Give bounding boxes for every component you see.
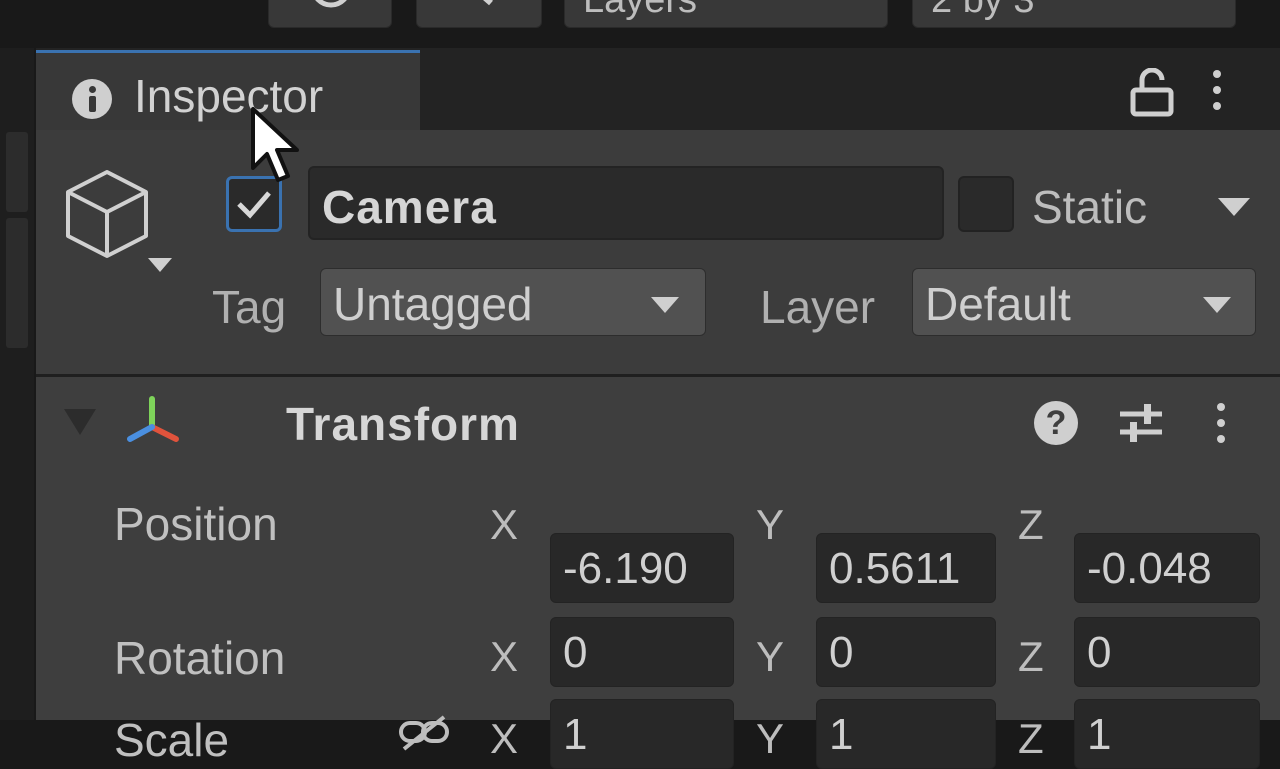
search-icon [483, 0, 493, 6]
foldout-arrow-icon[interactable] [64, 409, 96, 435]
tab-inspector[interactable]: Inspector [36, 50, 420, 130]
rotation-y-axis-label[interactable]: Y [756, 633, 784, 681]
cube-icon[interactable] [64, 168, 150, 260]
help-icon[interactable]: ? [1034, 401, 1078, 445]
rotation-z-value: 0 [1087, 628, 1112, 677]
history-button[interactable] [268, 0, 392, 28]
tab-menu-kebab-icon[interactable] [1212, 70, 1222, 118]
scale-x-field[interactable]: 1 [550, 699, 734, 769]
scale-z-field[interactable]: 1 [1074, 699, 1260, 769]
position-y-axis-label[interactable]: Y [756, 501, 784, 549]
static-checkbox[interactable] [958, 176, 1014, 232]
scale-y-field[interactable]: 1 [816, 699, 996, 769]
layout-label: 2 by 3 [931, 0, 1035, 21]
position-z-field[interactable]: -0.048 [1074, 533, 1260, 603]
left-panel-edge [0, 48, 34, 720]
layer-dropdown[interactable]: Default [912, 268, 1256, 336]
presets-icon[interactable] [1118, 401, 1164, 445]
link-icon[interactable] [398, 713, 450, 753]
scale-x-value: 1 [563, 710, 588, 759]
top-toolbar: Layers 2 by 3 [0, 0, 1280, 48]
inspector-window: Inspector Camera Static Tag Untagged Lay… [36, 48, 1280, 769]
tag-label: Tag [212, 281, 287, 333]
position-z-axis-label[interactable]: Z [1018, 501, 1044, 549]
chevron-down-icon [651, 297, 679, 313]
mouse-cursor-icon [251, 107, 299, 182]
position-z-value: -0.048 [1087, 544, 1212, 593]
scale-x-axis-label[interactable]: X [490, 715, 518, 763]
scale-label: Scale [114, 714, 230, 766]
static-label: Static [1032, 181, 1148, 233]
rotation-y-value: 0 [829, 628, 854, 677]
history-icon [315, 0, 347, 8]
left-panel-handle[interactable] [6, 132, 28, 212]
component-menu-kebab-icon[interactable] [1216, 403, 1226, 451]
tag-value: Untagged [333, 278, 533, 330]
layers-dropdown[interactable]: Layers [564, 0, 888, 28]
transform-header[interactable]: Transform ? [36, 377, 1280, 469]
position-label: Position [114, 498, 278, 550]
rotation-z-axis-label[interactable]: Z [1018, 633, 1044, 681]
layout-dropdown[interactable]: 2 by 3 [912, 0, 1236, 28]
component-title: Transform [286, 398, 520, 450]
rotation-x-field[interactable]: 0 [550, 617, 734, 687]
tag-dropdown[interactable]: Untagged [320, 268, 706, 336]
position-x-field[interactable]: -6.190 [550, 533, 734, 603]
layer-value: Default [925, 278, 1071, 330]
object-name-field[interactable]: Camera [308, 166, 944, 240]
object-header: Camera Static Tag Untagged Layer Default [36, 130, 1280, 374]
position-x-axis-label[interactable]: X [490, 501, 518, 549]
scale-y-value: 1 [829, 710, 854, 759]
active-checkbox[interactable] [226, 176, 282, 232]
left-panel-handle-2[interactable] [6, 218, 28, 348]
position-x-value: -6.190 [563, 544, 688, 593]
scale-z-value: 1 [1087, 710, 1112, 759]
tab-strip: Inspector [36, 48, 1280, 130]
transform-icon [127, 396, 179, 442]
chevron-down-icon [1203, 297, 1231, 313]
scale-z-axis-label[interactable]: Z [1018, 715, 1044, 763]
rotation-x-value: 0 [563, 628, 588, 677]
rotation-y-field[interactable]: 0 [816, 617, 996, 687]
rotation-label: Rotation [114, 632, 286, 684]
rotation-z-field[interactable]: 0 [1074, 617, 1260, 687]
position-y-value: 0.5611 [829, 544, 961, 593]
rotation-x-axis-label[interactable]: X [490, 633, 518, 681]
transform-component: Transform ? Position X -6.190 Y 0.5611 Z… [36, 377, 1280, 769]
static-dropdown-caret[interactable] [1218, 198, 1250, 216]
layer-label: Layer [760, 281, 876, 333]
position-y-field[interactable]: 0.5611 [816, 533, 996, 603]
icon-dropdown-caret[interactable] [148, 258, 172, 272]
scale-y-axis-label[interactable]: Y [756, 715, 784, 763]
checkmark-icon [237, 191, 271, 219]
object-name-value: Camera [322, 181, 497, 233]
info-icon [72, 79, 112, 119]
search-button[interactable] [416, 0, 542, 28]
lock-icon[interactable] [1130, 68, 1174, 118]
layers-label: Layers [583, 0, 698, 21]
